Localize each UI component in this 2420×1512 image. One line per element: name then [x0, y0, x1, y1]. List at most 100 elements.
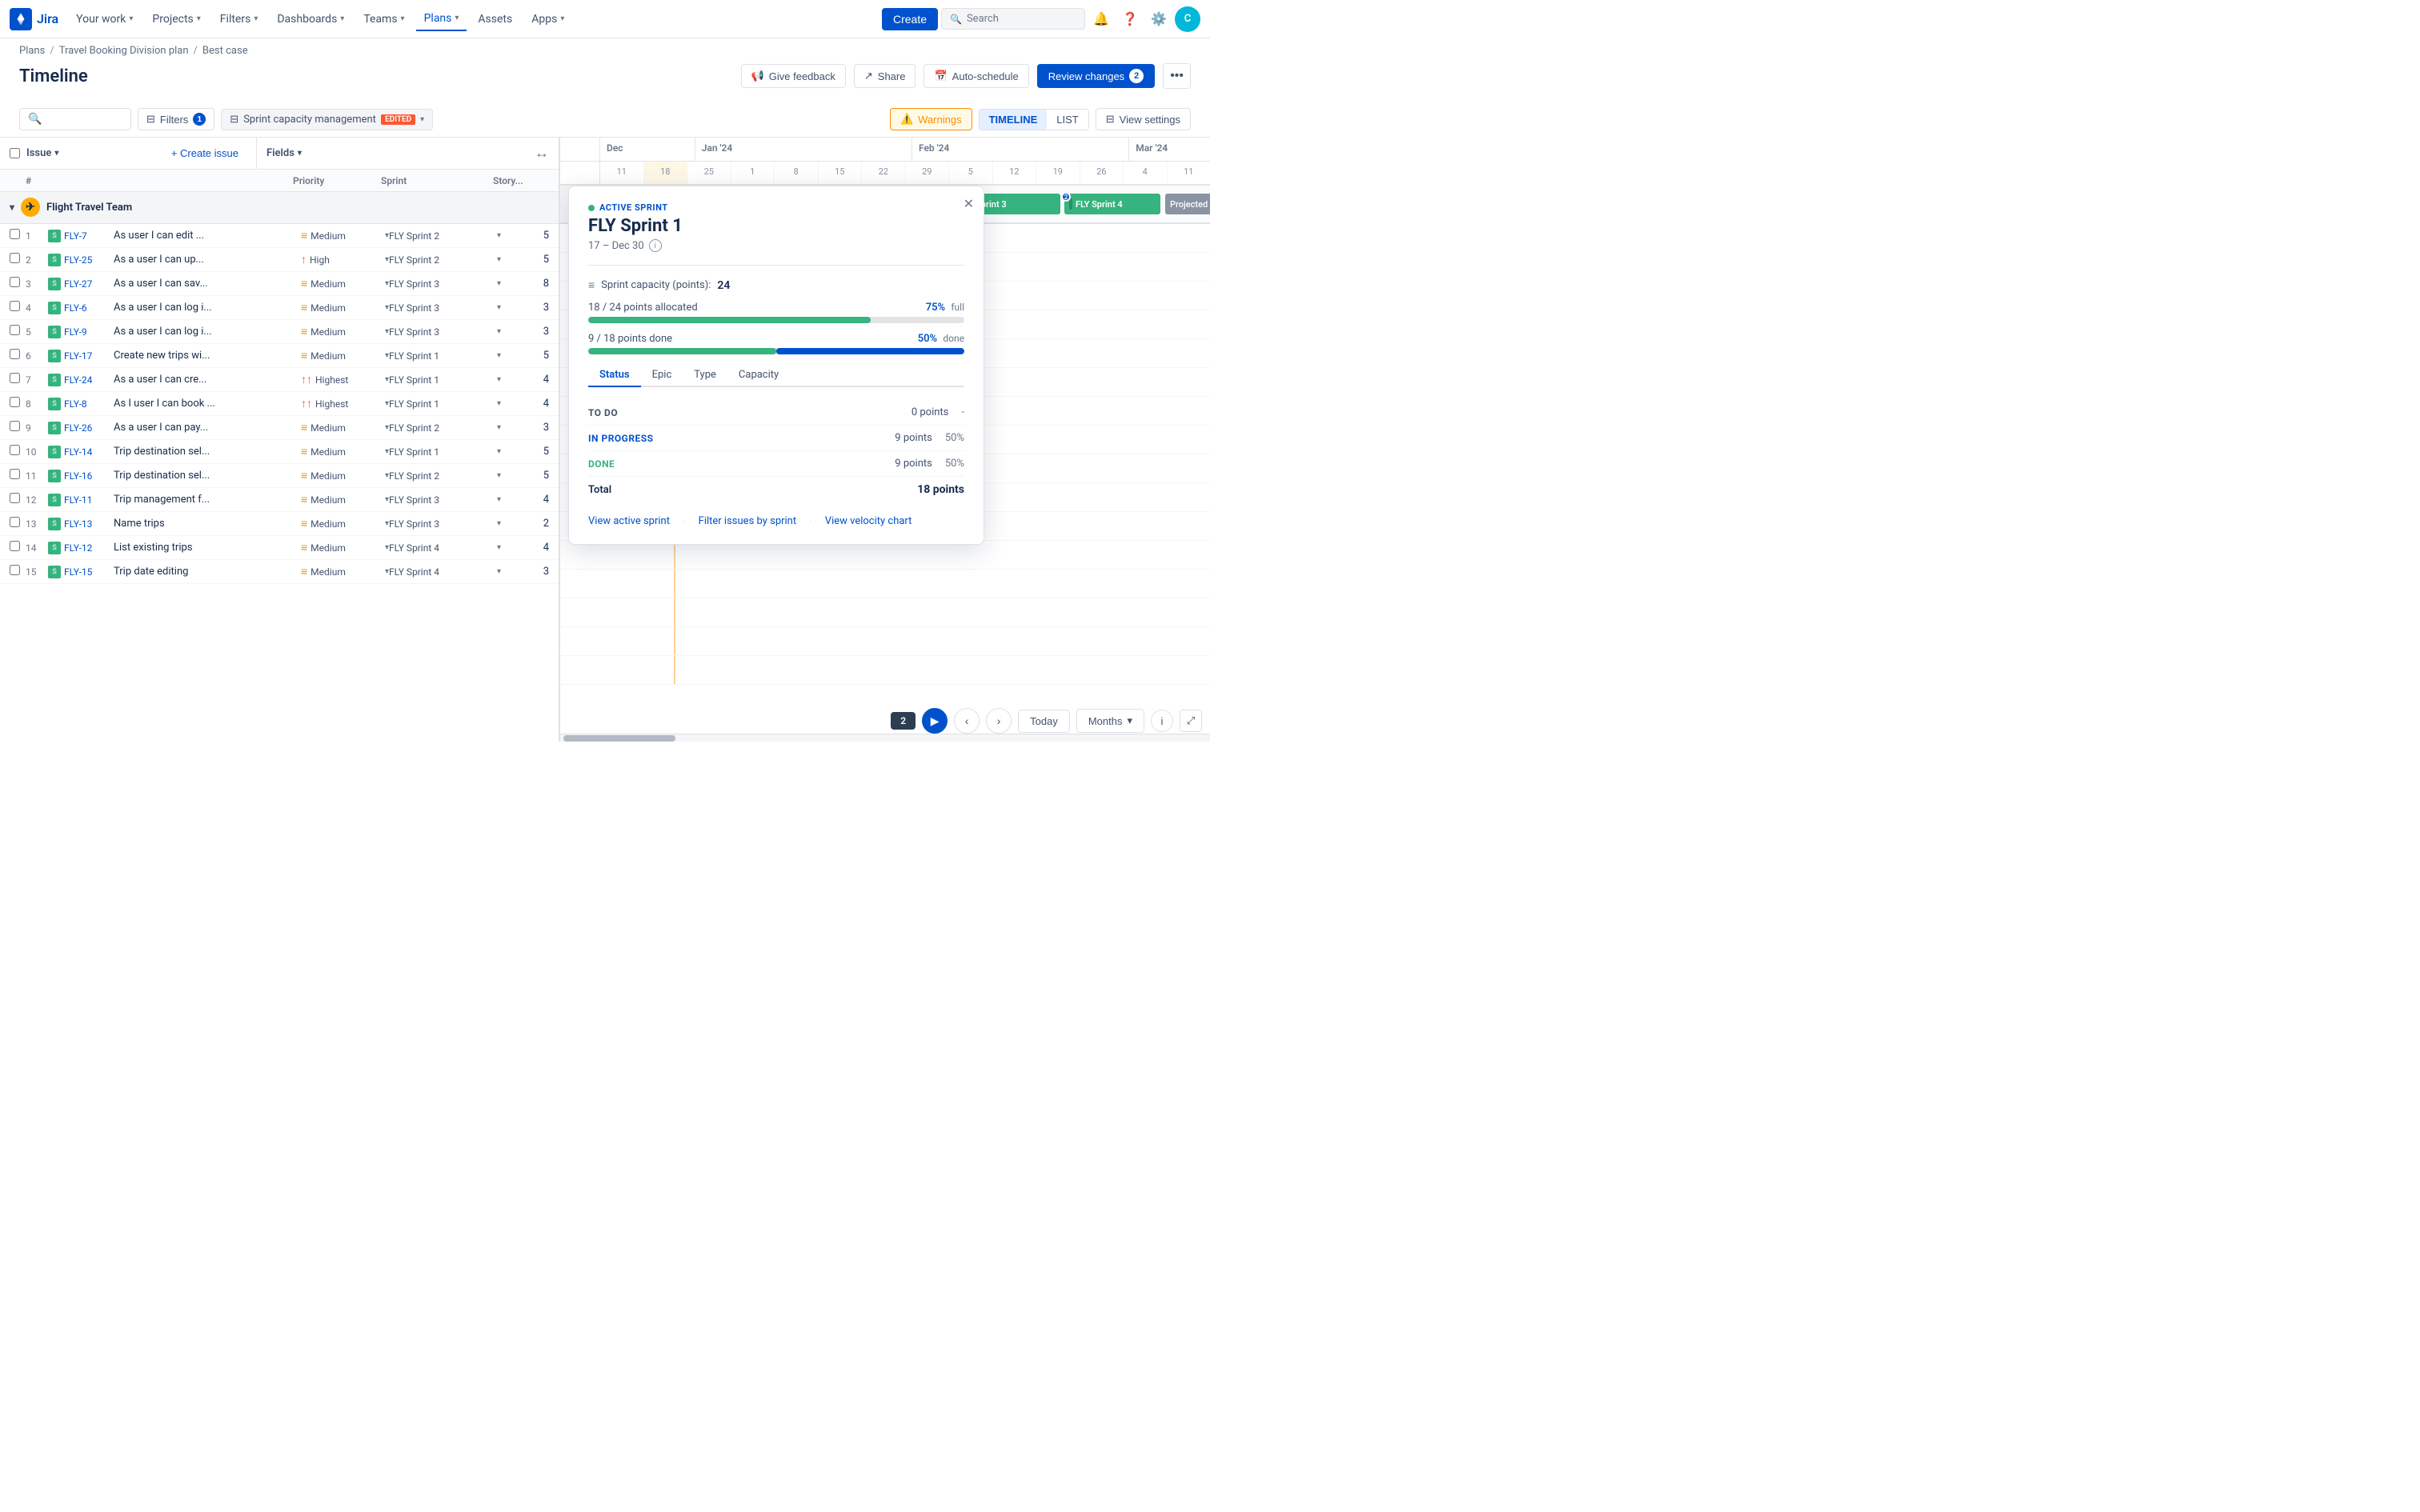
sprint-cell[interactable]: FLY Sprint 4 ▾ [389, 542, 501, 554]
issue-row[interactable]: 2 S FLY-25 As a user I can up... ↑ High … [0, 248, 559, 272]
sprint-cell[interactable]: FLY Sprint 2 ▾ [389, 254, 501, 266]
resize-handle[interactable]: ↔ [535, 145, 549, 162]
issue-row[interactable]: 3 S FLY-27 As a user I can sav... ≡ Medi… [0, 272, 559, 296]
tab-epic[interactable]: Epic [641, 364, 683, 387]
issue-key[interactable]: FLY-26 [64, 422, 110, 434]
issue-row[interactable]: 12 S FLY-11 Trip management f... ≡ Mediu… [0, 488, 559, 512]
warnings-button[interactable]: ⚠️ Warnings [890, 108, 972, 130]
nav-filters[interactable]: Filters ▾ [212, 8, 266, 30]
nav-forward-primary-button[interactable]: ▶ [922, 708, 948, 734]
sprint-cell[interactable]: FLY Sprint 1 ▾ [389, 446, 501, 458]
issue-row[interactable]: 4 S FLY-6 As a user I can log i... ≡ Med… [0, 296, 559, 320]
priority-cell[interactable]: ↑↑ Highest ▾ [301, 397, 389, 410]
expand-button[interactable]: ⤢ [1180, 710, 1202, 732]
issue-row[interactable]: 7 S FLY-24 As a user I can cre... ↑↑ Hig… [0, 368, 559, 392]
sprint-cell[interactable]: FLY Sprint 3 ▾ [389, 518, 501, 530]
issue-checkbox[interactable] [10, 397, 20, 407]
search-box[interactable]: 🔍 Search [941, 8, 1085, 30]
avatar[interactable]: C [1175, 6, 1200, 32]
issue-key[interactable]: FLY-16 [64, 470, 110, 482]
sprint-cell[interactable]: FLY Sprint 3 ▾ [389, 326, 501, 338]
review-changes-button[interactable]: Review changes 2 [1037, 64, 1155, 88]
issue-row[interactable]: 1 S FLY-7 As user I can edit ... ≡ Mediu… [0, 224, 559, 248]
projected-sprint-bar-1[interactable]: Projected spr... [1165, 194, 1210, 214]
nav-teams[interactable]: Teams ▾ [355, 8, 412, 30]
priority-cell[interactable]: ≡ Medium ▾ [301, 229, 389, 242]
sprint-cell[interactable]: FLY Sprint 2 ▾ [389, 422, 501, 434]
issue-row[interactable]: 10 S FLY-14 Trip destination sel... ≡ Me… [0, 440, 559, 464]
issue-key[interactable]: FLY-7 [64, 230, 110, 242]
issue-key[interactable]: FLY-24 [64, 374, 110, 386]
nav-projects[interactable]: Projects ▾ [144, 8, 208, 30]
sprint-cell[interactable]: FLY Sprint 3 ▾ [389, 278, 501, 290]
sprint-cell[interactable]: FLY Sprint 2 ▾ [389, 230, 501, 242]
priority-cell[interactable]: ↑ High ▾ [301, 253, 389, 266]
priority-cell[interactable]: ↑↑ Highest ▾ [301, 373, 389, 386]
timeline-view-button[interactable]: TIMELINE [980, 110, 1048, 130]
issue-key[interactable]: FLY-6 [64, 302, 110, 314]
milestone-badge[interactable]: 2 [891, 712, 916, 730]
issue-checkbox[interactable] [10, 229, 20, 239]
nav-assets[interactable]: Assets [470, 8, 520, 30]
issue-checkbox[interactable] [10, 277, 20, 287]
create-button[interactable]: Create [882, 8, 938, 30]
issue-key[interactable]: FLY-27 [64, 278, 110, 290]
sprint-cell[interactable]: FLY Sprint 1 ▾ [389, 398, 501, 410]
team-row[interactable]: ▾ ✈ Flight Travel Team [0, 191, 559, 224]
horizontal-scrollbar[interactable] [560, 734, 1210, 742]
months-button[interactable]: Months ▾ [1076, 709, 1144, 733]
priority-cell[interactable]: ≡ Medium ▾ [301, 493, 389, 506]
priority-cell[interactable]: ≡ Medium ▾ [301, 301, 389, 314]
issue-checkbox[interactable] [10, 325, 20, 335]
issue-row[interactable]: 6 S FLY-17 Create new trips wi... ≡ Medi… [0, 344, 559, 368]
filters-button[interactable]: ⊟ Filters 1 [138, 108, 214, 130]
issue-row[interactable]: 5 S FLY-9 As a user I can log i... ≡ Med… [0, 320, 559, 344]
sprint-cell[interactable]: FLY Sprint 1 ▾ [389, 374, 501, 386]
notifications-icon[interactable]: 🔔 [1088, 6, 1114, 32]
fly-sprint-4-bar[interactable]: FLY Sprint 4 [1064, 194, 1160, 214]
breadcrumb-plans[interactable]: Plans [19, 45, 45, 57]
priority-cell[interactable]: ≡ Medium ▾ [301, 541, 389, 554]
view-settings-button[interactable]: ⊟ View settings [1096, 108, 1191, 130]
auto-schedule-button[interactable]: 📅 Auto-schedule [924, 64, 1028, 88]
priority-cell[interactable]: ≡ Medium ▾ [301, 277, 389, 290]
issue-key[interactable]: FLY-8 [64, 398, 110, 410]
list-view-button[interactable]: LIST [1047, 110, 1088, 130]
issue-checkbox[interactable] [10, 517, 20, 527]
issue-checkbox[interactable] [10, 349, 20, 359]
sprint-cell[interactable]: FLY Sprint 1 ▾ [389, 350, 501, 362]
sprint-filter-button[interactable]: ⊟ Sprint capacity management EDITED ▾ [221, 109, 433, 130]
nav-forward-button[interactable]: › [986, 708, 1012, 734]
issue-key[interactable]: FLY-15 [64, 566, 110, 578]
issue-row[interactable]: 13 S FLY-13 Name trips ≡ Medium ▾ FLY Sp… [0, 512, 559, 536]
issue-key[interactable]: FLY-14 [64, 446, 110, 458]
issue-checkbox[interactable] [10, 301, 20, 311]
issue-checkbox[interactable] [10, 541, 20, 551]
issue-checkbox[interactable] [10, 445, 20, 455]
collapse-arrow[interactable]: ▾ [10, 202, 14, 213]
sprint-cell[interactable]: FLY Sprint 3 ▾ [389, 302, 501, 314]
issue-key[interactable]: FLY-11 [64, 494, 110, 506]
more-actions-button[interactable]: ••• [1163, 63, 1191, 89]
issue-key[interactable]: FLY-12 [64, 542, 110, 554]
priority-cell[interactable]: ≡ Medium ▾ [301, 445, 389, 458]
settings-icon[interactable]: ⚙️ [1146, 6, 1172, 32]
priority-cell[interactable]: ≡ Medium ▾ [301, 421, 389, 434]
issue-key[interactable]: FLY-17 [64, 350, 110, 362]
help-icon[interactable]: ❓ [1117, 6, 1143, 32]
filter-issues-by-sprint-link[interactable]: Filter issues by sprint [699, 515, 796, 528]
nav-dashboards[interactable]: Dashboards ▾ [269, 8, 352, 30]
issue-checkbox[interactable] [10, 421, 20, 431]
sprint-cell[interactable]: FLY Sprint 4 ▾ [389, 566, 501, 578]
share-button[interactable]: ↗ Share [854, 64, 916, 88]
issue-row[interactable]: 14 S FLY-12 List existing trips ≡ Medium… [0, 536, 559, 560]
popup-close-button[interactable]: ✕ [964, 196, 974, 212]
issue-row[interactable]: 9 S FLY-26 As a user I can pay... ≡ Medi… [0, 416, 559, 440]
today-button[interactable]: Today [1018, 710, 1070, 733]
issue-row[interactable]: 11 S FLY-16 Trip destination sel... ≡ Me… [0, 464, 559, 488]
issue-checkbox[interactable] [10, 565, 20, 575]
nav-plans[interactable]: Plans ▾ [416, 7, 467, 31]
tab-type[interactable]: Type [683, 364, 727, 387]
issue-checkbox[interactable] [10, 373, 20, 383]
view-velocity-chart-link[interactable]: View velocity chart [825, 515, 912, 528]
